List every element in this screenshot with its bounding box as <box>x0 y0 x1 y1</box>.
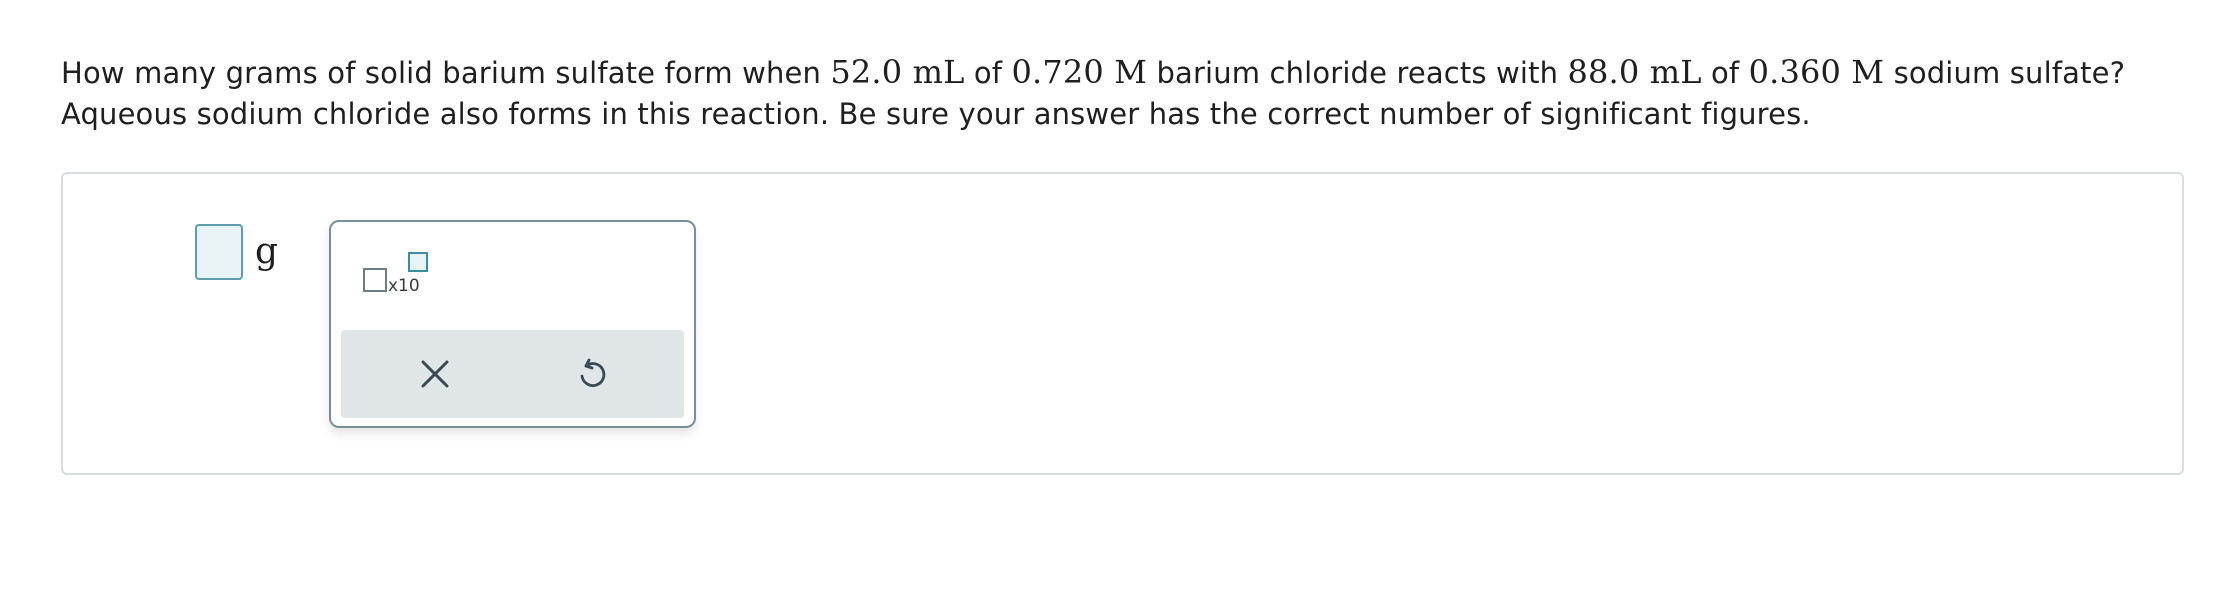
question-text-part: barium chloride reacts with <box>1147 56 1568 90</box>
question-text-part: How many grams of solid barium sulfate f… <box>61 56 831 90</box>
palette-action-bar <box>341 330 684 418</box>
question-text-part: of <box>1701 56 1749 90</box>
question-text: How many grams of solid barium sulfate f… <box>61 52 2181 135</box>
molarity-2: 0.360 M <box>1748 53 1885 91</box>
close-icon <box>421 360 449 388</box>
undo-icon <box>580 358 606 387</box>
volume-2: 88.0 mL <box>1567 53 1702 91</box>
answer-input[interactable] <box>195 224 243 280</box>
unit-label: g <box>255 231 279 272</box>
molarity-1: 0.720 M <box>1011 53 1148 91</box>
math-palette: x10 <box>329 220 696 428</box>
exponent-box <box>408 252 428 272</box>
undo-button[interactable] <box>562 344 622 404</box>
volume-1: 52.0 mL <box>830 53 965 91</box>
question-text-part: of <box>964 56 1012 90</box>
coefficient-box <box>363 268 387 292</box>
clear-button[interactable] <box>405 344 465 404</box>
sci-notation-label: x10 <box>388 276 420 296</box>
